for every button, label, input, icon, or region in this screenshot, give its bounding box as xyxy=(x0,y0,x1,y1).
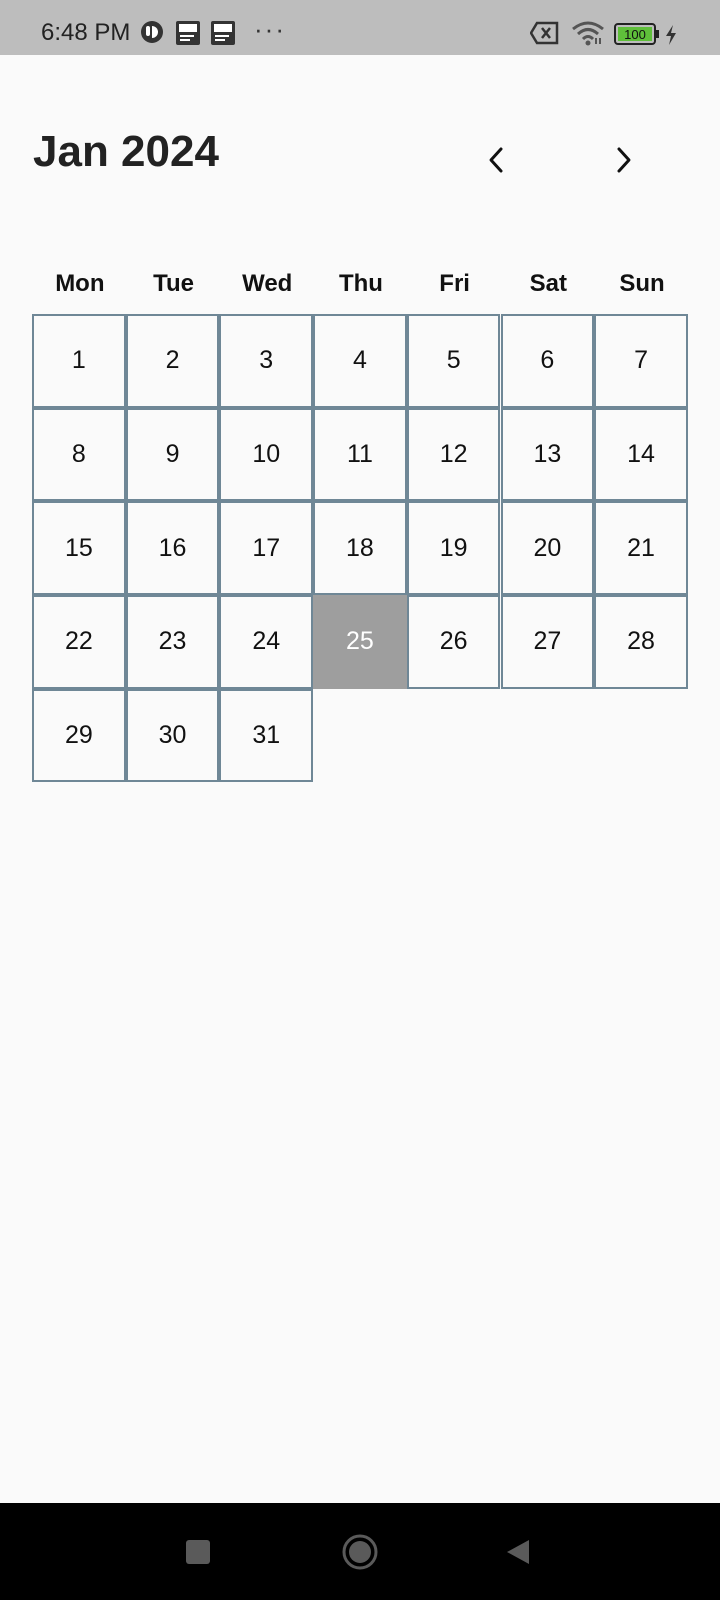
next-month-button[interactable] xyxy=(594,130,654,190)
day-cell[interactable]: 26 xyxy=(406,595,501,689)
back-icon xyxy=(507,1539,529,1564)
day-cell[interactable]: 1 xyxy=(32,314,126,408)
back-button[interactable] xyxy=(478,1503,558,1600)
day-cell[interactable]: 13 xyxy=(500,407,595,502)
home-icon xyxy=(342,1534,378,1569)
weekday-label: Sun xyxy=(619,270,665,297)
day-cell[interactable]: 30 xyxy=(125,688,220,783)
chevron-right-icon xyxy=(617,147,631,173)
day-cell[interactable]: 31 xyxy=(219,688,314,783)
day-cell[interactable]: 2 xyxy=(125,314,220,408)
home-button[interactable] xyxy=(320,1503,400,1600)
document-icon xyxy=(210,20,236,51)
day-cell[interactable]: 3 xyxy=(219,314,314,408)
day-cell[interactable]: 28 xyxy=(594,595,688,689)
day-cell[interactable]: 7 xyxy=(594,314,688,408)
battery-icon: 100 xyxy=(614,23,662,50)
day-cell[interactable]: 14 xyxy=(594,407,688,502)
day-cell[interactable]: 23 xyxy=(125,595,220,689)
day-cell[interactable]: 18 xyxy=(313,501,407,596)
day-cell[interactable]: 17 xyxy=(219,501,314,596)
weekday-label: Thu xyxy=(338,270,383,297)
document-icon xyxy=(175,20,201,51)
weekday-label: Fri xyxy=(439,270,470,297)
recents-button[interactable] xyxy=(158,1503,238,1600)
svg-text:100: 100 xyxy=(624,27,646,42)
day-cell[interactable]: 15 xyxy=(32,501,126,596)
calendar-day-grid: 1 2 3 4 5 6 7 8 9 10 11 12 13 14 15 16 17 18 19 20 21 22 23 24 2… xyxy=(32,314,690,784)
day-cell[interactable]: 16 xyxy=(125,501,220,596)
system-navigation-bar xyxy=(0,1503,720,1600)
day-cell[interactable]: 4 xyxy=(313,314,407,408)
day-cell[interactable]: 21 xyxy=(594,501,688,596)
day-cell[interactable]: 6 xyxy=(500,314,595,408)
charging-icon xyxy=(664,24,678,51)
status-time: 6:48 PM xyxy=(41,19,131,46)
status-bar: 6:48 PM ··· 100 xyxy=(0,0,720,55)
recents-icon xyxy=(186,1539,210,1564)
day-cell[interactable]: 29 xyxy=(32,688,126,783)
notification-badge-icon xyxy=(140,20,164,49)
chevron-left-icon xyxy=(489,147,503,173)
weekday-label: Wed xyxy=(242,270,293,297)
day-cell[interactable]: 5 xyxy=(406,314,501,408)
wifi-icon xyxy=(571,20,605,51)
day-cell[interactable]: 27 xyxy=(500,595,595,689)
day-cell[interactable]: 22 xyxy=(32,595,126,689)
day-cell[interactable]: 20 xyxy=(500,501,595,596)
day-cell[interactable]: 19 xyxy=(406,501,501,596)
day-cell[interactable]: 24 xyxy=(219,595,314,689)
day-cell[interactable]: 11 xyxy=(313,407,407,502)
day-cell[interactable]: 8 xyxy=(32,407,126,502)
weekday-label: Sat xyxy=(529,270,568,297)
month-year-title: Jan 2024 xyxy=(33,127,219,176)
day-cell[interactable]: 9 xyxy=(125,407,220,502)
weekday-label: Tue xyxy=(153,270,194,297)
no-sim-icon xyxy=(529,21,560,50)
more-notifications: ··· xyxy=(254,14,286,44)
day-cell[interactable]: 10 xyxy=(219,407,314,502)
previous-month-button[interactable] xyxy=(466,130,526,190)
weekday-header-row: Mon Tue Wed Thu Fri Sat Sun xyxy=(33,270,689,310)
weekday-label: Mon xyxy=(55,270,105,297)
day-cell[interactable]: 12 xyxy=(406,407,501,502)
day-cell-selected[interactable]: 25 xyxy=(313,595,407,689)
